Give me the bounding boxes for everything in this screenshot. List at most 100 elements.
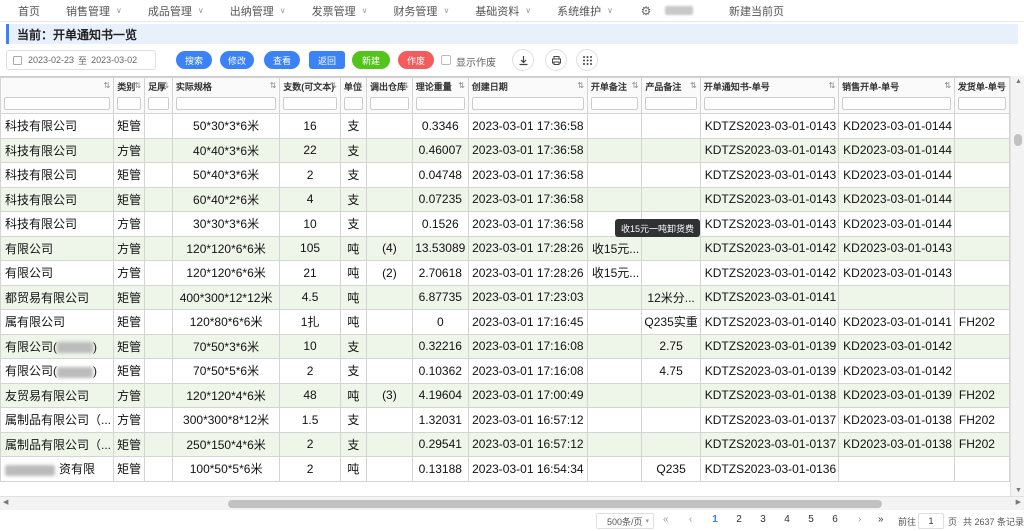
sort-icon[interactable]: ⇅ [458, 81, 465, 90]
column-header-notice_no[interactable]: 开单通知书-单号 ⇅ [699, 77, 840, 114]
sort-icon[interactable]: ⇅ [944, 81, 951, 90]
nav-item-label: 出纳管理 [229, 5, 274, 18]
page-number[interactable]: 6 [828, 514, 842, 525]
table-row[interactable]: 有限公司() 矩管 70*50*5*6米 2 支 0.10362 2023-03-01 17… [0, 358, 1010, 384]
column-filter-input[interactable] [590, 97, 639, 110]
nav-item-6[interactable]: 基础资料 ∨ [475, 3, 531, 19]
column-header-weight[interactable]: 理论重量 ⇅ [411, 77, 469, 114]
table-row[interactable]: 科技有限公司 矩管 50*40*3*6米 2 支 0.04748 2023-03-01 17… [0, 162, 1010, 188]
table-row[interactable]: 友贸易有限公司 方管 120*120*4*6米 48 吨 (3) 4.19604 2023-0… [0, 382, 1010, 408]
column-header-category[interactable]: 类别 ⇅ [113, 77, 146, 114]
page-number[interactable]: 5 [804, 514, 818, 525]
vertical-scroll-thumb[interactable] [1014, 134, 1022, 146]
sort-icon[interactable]: ⇅ [270, 81, 277, 90]
sort-icon[interactable]: ⇅ [577, 81, 584, 90]
view-button[interactable]: 查看 [264, 51, 300, 69]
sort-icon[interactable]: ⇅ [356, 81, 363, 90]
redacted-text [57, 342, 93, 354]
sort-icon[interactable]: ⇅ [828, 81, 835, 90]
sort-icon[interactable]: ⇅ [134, 81, 141, 90]
column-filter-input[interactable] [957, 97, 1006, 110]
print-icon[interactable] [545, 49, 567, 71]
scroll-left-icon[interactable]: ◀ [3, 498, 8, 506]
sort-icon[interactable]: ⇅ [999, 81, 1006, 90]
sort-icon[interactable]: ⇅ [330, 81, 337, 90]
nav-item-5[interactable]: 财务管理 ∨ [393, 3, 449, 19]
table-row[interactable]: 科技有限公司 方管 40*40*3*6米 22 支 0.46007 2023-03-01 1… [0, 137, 1010, 163]
horizontal-scroll-thumb[interactable] [228, 500, 882, 508]
first-page-icon[interactable]: « [663, 514, 669, 525]
column-header-unit[interactable]: 单位 ⇅ [339, 77, 368, 114]
column-filter-input[interactable] [4, 97, 111, 110]
column-header-sales_no[interactable]: 销售开单-单号 ⇅ [838, 77, 955, 114]
sort-icon[interactable]: ⇅ [104, 81, 111, 90]
download-icon[interactable] [512, 49, 534, 71]
column-header-product_note[interactable]: 产品备注 ⇅ [641, 77, 701, 114]
scroll-up-icon[interactable]: ▲ [1015, 78, 1022, 85]
column-filter-input[interactable] [117, 97, 142, 110]
show-void-checkbox[interactable] [441, 55, 451, 65]
table-row[interactable]: 属有限公司 矩管 120*80*6*6米 1扎 吨 0 2023-03-01 17:16:4… [0, 309, 1010, 335]
table-row[interactable]: 科技有限公司 矩管 50*30*3*6米 16 支 0.3346 2023-03-01 17… [0, 113, 1010, 139]
column-filter-input[interactable] [370, 97, 409, 110]
page-number[interactable]: 3 [756, 514, 770, 525]
column-filter-input[interactable] [842, 97, 951, 110]
column-header-spec[interactable]: 实际规格 ⇅ [171, 77, 281, 114]
column-filter-input[interactable] [148, 97, 169, 110]
last-page-icon[interactable]: » [878, 514, 884, 525]
column-header-count[interactable]: 支数(可文本) ⇅ [279, 77, 341, 114]
search-button[interactable]: 搜索 [176, 51, 212, 69]
nav-item-1[interactable]: 销售管理 ∨ [66, 3, 122, 19]
page-number[interactable]: 2 [732, 514, 746, 525]
nav-item-4[interactable]: 发票管理 ∨ [312, 3, 368, 19]
column-filter-input[interactable] [343, 97, 363, 110]
nav-item-7[interactable]: 系统维护 ∨ [557, 3, 613, 19]
grid-icon[interactable] [576, 49, 598, 71]
column-header-thickness[interactable]: 足厚 ⇅ [144, 77, 173, 114]
table-row[interactable]: 属制品有限公司（... 方管 300*300*8*12米 1.5 支 1.32031 202… [0, 407, 1010, 433]
page-number[interactable]: 1 [708, 514, 722, 525]
date-range-picker[interactable]: 2023-02-23 至 2023-03-02 [6, 50, 156, 70]
column-filter-input[interactable] [283, 97, 337, 110]
scroll-right-icon[interactable]: ▶ [1016, 498, 1021, 506]
table-row[interactable]: 有限公司 方管 120*120*6*6米 105 吨 (4) 13.53089 2023-03… [0, 235, 1010, 261]
table-row[interactable]: 资有限 矩管 100*50*5*6米 2 吨 0.13188 2023-03-01 16:5… [0, 456, 1010, 482]
table-row[interactable]: 都贸易有限公司 矩管 400*300*12*12米 4.5 吨 6.87735 2023-0… [0, 284, 1010, 310]
vertical-scrollbar[interactable]: ▲ ▼ [1010, 76, 1024, 496]
new-current-page-link[interactable]: 新建当前页 [729, 3, 784, 19]
table-row[interactable]: 有限公司 方管 120*120*6*6米 21 吨 (2) 2.70618 2023-03-0… [0, 260, 1010, 286]
table-row[interactable]: 属制品有限公司（... 矩管 250*150*4*6米 2 支 0.29541 2023-0… [0, 431, 1010, 457]
column-filter-input[interactable] [175, 97, 277, 110]
column-header-order_note[interactable]: 开单备注 ⇅ [586, 77, 643, 114]
table-row[interactable]: 有限公司() 矩管 70*50*3*6米 10 支 0.32216 2023-03-01 1… [0, 333, 1010, 359]
column-header-company[interactable]: ⇅ [0, 77, 115, 114]
column-header-warehouse[interactable]: 调出仓库 ⇅ [366, 77, 413, 114]
back-button[interactable]: 返回 [309, 51, 345, 69]
new-button[interactable]: 新建 [352, 51, 390, 69]
column-header-created[interactable]: 创建日期 ⇅ [467, 77, 588, 114]
horizontal-scrollbar[interactable]: ◀ ▶ [0, 496, 1024, 510]
column-header-ship_no[interactable]: 发货单-单号 ⇅ [953, 77, 1010, 114]
prev-page-icon[interactable]: ‹ [689, 514, 692, 525]
column-filter-input[interactable] [645, 97, 697, 110]
table-row[interactable]: 科技有限公司 方管 30*30*3*6米 10 支 0.1526 2023-03-01 17… [0, 211, 1010, 237]
sort-icon[interactable]: ⇅ [690, 81, 697, 90]
nav-item-2[interactable]: 成品管理 ∨ [148, 3, 204, 19]
sort-icon[interactable]: ⇅ [162, 81, 169, 90]
nav-item-3[interactable]: 出纳管理 ∨ [230, 3, 286, 19]
edit-button[interactable]: 修改 [220, 51, 254, 69]
page-number[interactable]: 4 [780, 514, 794, 525]
sort-icon[interactable]: ⇅ [632, 81, 639, 90]
column-filter-input[interactable] [471, 97, 584, 110]
void-button[interactable]: 作废 [398, 51, 434, 69]
page-size-select[interactable]: 500条/页 ▾ [596, 513, 654, 529]
sort-icon[interactable]: ⇅ [402, 81, 409, 90]
nav-item-0[interactable]: 首页 [18, 3, 40, 19]
gear-icon[interactable]: ⚙ [639, 4, 653, 18]
next-page-icon[interactable]: › [858, 514, 861, 525]
column-filter-input[interactable] [415, 97, 465, 110]
scroll-down-icon[interactable]: ▼ [1015, 487, 1022, 494]
goto-page-input[interactable]: 1 [918, 513, 944, 529]
table-row[interactable]: 科技有限公司 矩管 60*40*2*6米 4 支 0.07235 2023-03-01 17… [0, 186, 1010, 212]
column-filter-input[interactable] [703, 97, 836, 110]
